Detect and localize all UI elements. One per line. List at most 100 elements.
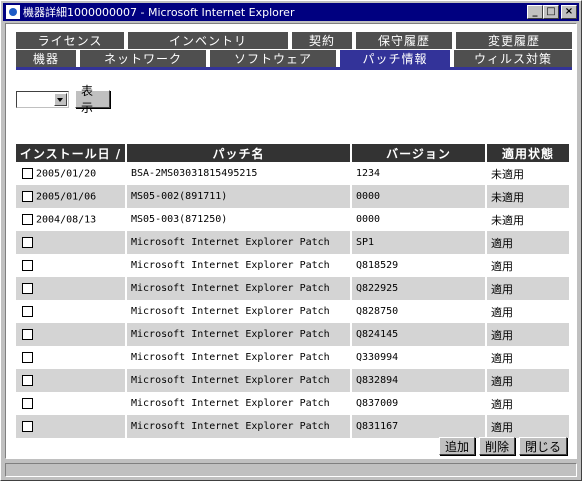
apply-status: 適用 (491, 259, 513, 273)
patch-version: 1234 (351, 162, 487, 185)
table-row: Microsoft Internet Explorer Patch Q828750… (16, 300, 569, 323)
patch-version: 0000 (351, 185, 487, 208)
install-date-cell (16, 346, 127, 369)
tab-maintenance-history[interactable]: 保守履歴 (356, 32, 452, 49)
dropdown-arrow-icon[interactable] (54, 92, 67, 106)
tab-inventory[interactable]: インベントリ (128, 32, 288, 49)
apply-status: 適用 (486, 415, 569, 438)
tab-change-history[interactable]: 変更履歴 (456, 32, 572, 49)
tab-patch-info[interactable]: パッチ情報 (340, 50, 450, 67)
table-row: Microsoft Internet Explorer Patch Q832894… (16, 369, 569, 392)
table-row: Microsoft Internet Explorer Patch SP1 適用 (16, 231, 569, 254)
table-row: 2004/08/13 MS05-003(871250) 0000 未適用 (16, 208, 569, 231)
install-date-cell (16, 300, 127, 323)
apply-status: 適用 (486, 369, 569, 392)
install-date: 2005/01/06 (36, 191, 97, 203)
apply-status: 適用 (486, 231, 569, 254)
close-button[interactable]: 閉じる (518, 437, 567, 455)
row-checkbox[interactable] (22, 213, 33, 225)
row-checkbox[interactable] (22, 236, 33, 248)
tab-software[interactable]: ソフトウェア (210, 50, 336, 67)
row-checkbox[interactable] (22, 374, 33, 386)
tab-row-2: 機器 ネットワーク ソフトウェア パッチ情報 ウィルス対策 (16, 50, 572, 67)
status-bar (5, 463, 577, 477)
row-checkbox[interactable] (22, 259, 33, 271)
table-row: Microsoft Internet Explorer Patch Q831167… (16, 415, 569, 438)
window-title: 機器詳細1000000007 - Microsoft Internet Expl… (23, 6, 295, 19)
maximize-button[interactable]: □ (543, 5, 559, 19)
table-row: Microsoft Internet Explorer Patch Q837009… (16, 392, 569, 415)
install-date-cell: 2004/08/13 (16, 208, 127, 231)
column-header-install-date[interactable]: インストール日 / (16, 144, 127, 162)
patch-name: BSA-2MS03031815495215 (126, 162, 352, 185)
install-date-cell (16, 369, 127, 392)
page-content: ライセンス インベントリ 契約 保守履歴 変更履歴 機器 ネットワーク ソフトウ… (5, 23, 577, 459)
install-date-cell: 2005/01/06 (16, 185, 127, 208)
patch-name: Microsoft Internet Explorer Patch (126, 254, 352, 277)
window-controls: _ □ × (527, 5, 577, 19)
patch-name: MS05-003(871250) (126, 208, 352, 231)
column-header-status[interactable]: 適用状態 (486, 144, 569, 162)
tab-antivirus[interactable]: ウィルス対策 (454, 50, 572, 67)
table-row: 2005/01/06 MS05-002(891711) 0000 未適用 (16, 185, 569, 208)
table-row: 2005/01/20 BSA-2MS03031815495215 1234 未適用 (16, 162, 569, 185)
table-header-row: インストール日 / パッチ名 バージョン 適用状態 (16, 144, 569, 162)
install-date-cell (16, 323, 127, 346)
install-date: 2005/01/20 (36, 168, 97, 180)
install-date-cell (16, 231, 127, 254)
minimize-button[interactable]: _ (527, 5, 543, 19)
patch-version: Q837009 (351, 392, 487, 415)
tab-contract[interactable]: 契約 (292, 32, 352, 49)
patch-version: Q818529 (351, 254, 487, 277)
patch-name: Microsoft Internet Explorer Patch (126, 346, 352, 369)
tab-license[interactable]: ライセンス (16, 32, 124, 49)
show-button[interactable]: 表示 (75, 84, 110, 115)
patch-version: Q824145 (351, 323, 487, 346)
install-date-cell: 2005/01/20 (16, 162, 127, 185)
filter-select[interactable] (16, 90, 69, 108)
patch-name: Microsoft Internet Explorer Patch (126, 300, 352, 323)
delete-button[interactable]: 削除 (478, 437, 515, 455)
row-checkbox[interactable] (22, 351, 33, 363)
apply-status: 適用 (486, 323, 569, 346)
patch-version: Q832894 (351, 369, 487, 392)
patch-name: Microsoft Internet Explorer Patch (126, 392, 352, 415)
close-window-button[interactable]: × (561, 5, 577, 19)
patch-version: Q330994 (351, 346, 487, 369)
install-date-cell (16, 392, 127, 415)
row-checkbox[interactable] (22, 420, 33, 432)
apply-status: 未適用 (491, 213, 524, 227)
patch-version: Q822925 (351, 277, 487, 300)
patch-name: MS05-002(891711) (126, 185, 352, 208)
table-row: Microsoft Internet Explorer Patch Q824145… (16, 323, 569, 346)
patch-version: 0000 (351, 208, 487, 231)
row-checkbox[interactable] (22, 167, 33, 179)
apply-status: 未適用 (486, 185, 569, 208)
column-header-version[interactable]: バージョン (351, 144, 487, 162)
action-buttons: 追加 削除 閉じる (438, 437, 567, 455)
tab-network[interactable]: ネットワーク (80, 50, 206, 67)
apply-status: 適用 (491, 351, 513, 365)
tab-device[interactable]: 機器 (16, 50, 76, 67)
patch-version: Q828750 (351, 300, 487, 323)
tab-row-1: ライセンス インベントリ 契約 保守履歴 変更履歴 (16, 32, 572, 49)
patch-table: インストール日 / パッチ名 バージョン 適用状態 2005/01/20 BSA-… (16, 144, 569, 438)
row-checkbox[interactable] (22, 282, 33, 294)
column-header-patch-name[interactable]: パッチ名 (126, 144, 352, 162)
install-date-cell (16, 277, 127, 300)
row-checkbox[interactable] (22, 397, 33, 409)
patch-name: Microsoft Internet Explorer Patch (126, 415, 352, 438)
title-bar[interactable]: 機器詳細1000000007 - Microsoft Internet Expl… (3, 3, 579, 21)
row-checkbox[interactable] (22, 190, 33, 202)
install-date-cell (16, 415, 127, 438)
install-date: 2004/08/13 (36, 214, 97, 226)
row-checkbox[interactable] (22, 305, 33, 317)
apply-status: 適用 (491, 397, 513, 411)
row-checkbox[interactable] (22, 328, 33, 340)
patch-version: SP1 (351, 231, 487, 254)
table-row: Microsoft Internet Explorer Patch Q330994… (16, 346, 569, 369)
apply-status: 適用 (486, 277, 569, 300)
table-row: Microsoft Internet Explorer Patch Q822925… (16, 277, 569, 300)
add-button[interactable]: 追加 (438, 437, 475, 455)
table-body: 2005/01/20 BSA-2MS03031815495215 1234 未適用 20… (16, 162, 569, 438)
